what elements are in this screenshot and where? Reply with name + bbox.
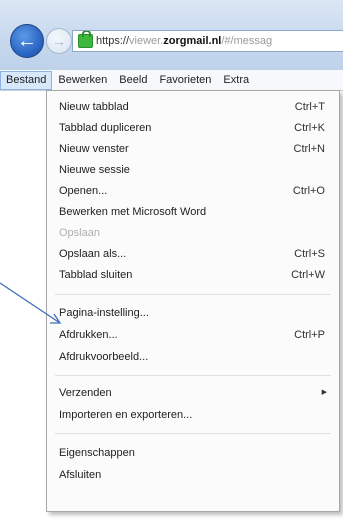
annotation-arrow-icon <box>0 282 62 324</box>
